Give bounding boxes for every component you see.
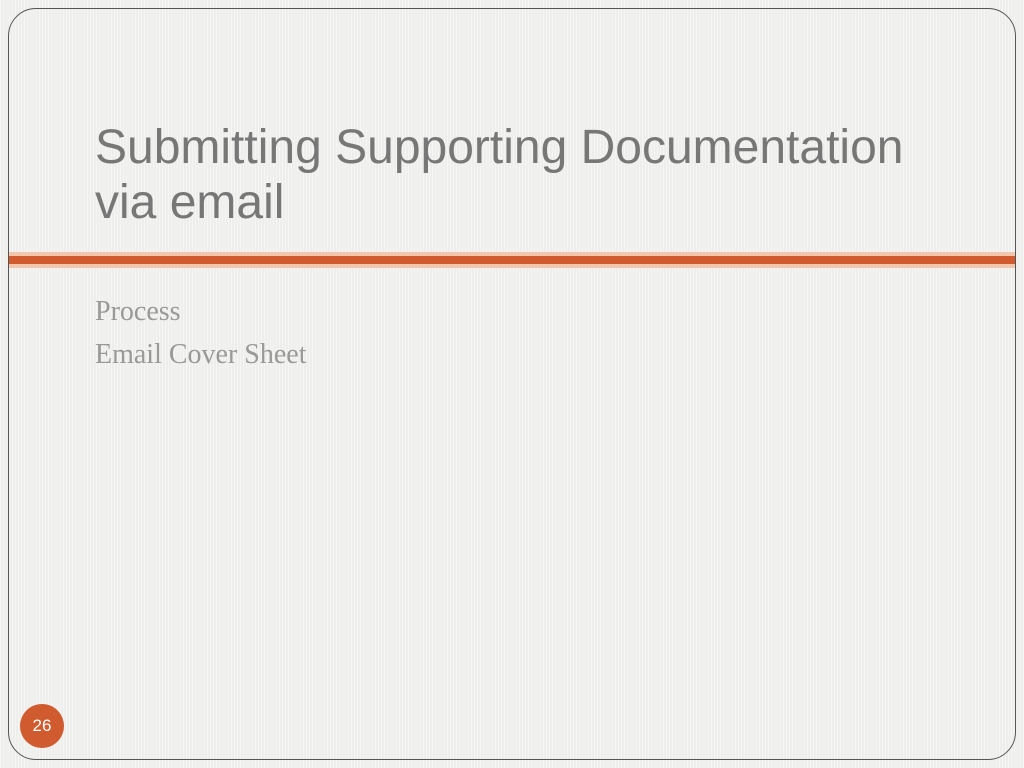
slide-body: Process Email Cover Sheet (95, 290, 929, 377)
slide-title: Submitting Supporting Documentation via … (95, 120, 929, 230)
body-line-2: Email Cover Sheet (95, 333, 929, 376)
body-line-1: Process (95, 290, 929, 333)
slide-content: Submitting Supporting Documentation via … (0, 0, 1024, 768)
title-divider (8, 252, 1016, 268)
page-number-badge: 26 (20, 704, 64, 748)
slide: Submitting Supporting Documentation via … (0, 0, 1024, 768)
page-number: 26 (33, 716, 52, 736)
divider-dark-bar (8, 256, 1016, 264)
